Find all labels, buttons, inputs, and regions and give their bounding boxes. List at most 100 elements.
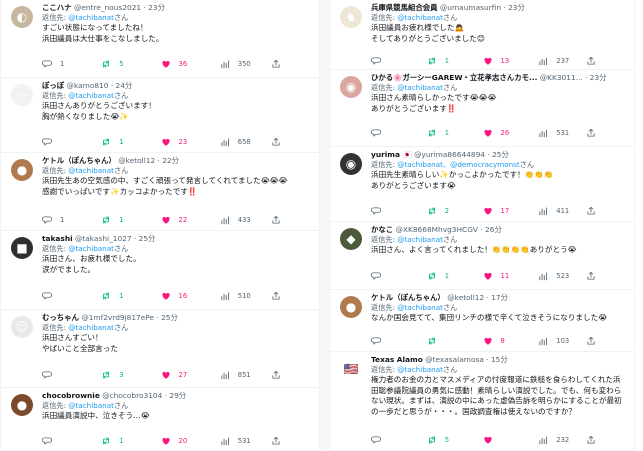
tweet-time[interactable]: · 15分 <box>486 355 508 364</box>
reply-handle-link[interactable]: @tachibanat <box>397 83 443 92</box>
retweet-button[interactable]: 5 <box>101 59 160 69</box>
flag-icon[interactable]: 🇺🇸 <box>340 358 362 380</box>
retweet-button[interactable]: 1 <box>101 215 160 225</box>
avatar-icon[interactable]: ● <box>11 159 33 181</box>
retweet-button[interactable]: 3 <box>101 370 160 380</box>
avatar-icon[interactable]: ■ <box>11 237 33 259</box>
tweet[interactable]: ♞ 兵庫県競馬組合会員 @umaumasurfin · 23分 返信先: @tach… <box>330 0 634 70</box>
like-button[interactable] <box>483 435 539 445</box>
tweet[interactable]: ● ケトル（ぽんちゃん） @ketoll12 · 17分 返信先: @tachiba… <box>330 290 634 352</box>
tweet-time[interactable]: · 25分 <box>487 150 509 159</box>
retweet-button[interactable]: 5 <box>427 435 483 445</box>
user-handle[interactable]: @ketoll12 <box>447 293 484 302</box>
user-handle[interactable]: @texasalamosa <box>425 355 484 364</box>
like-button[interactable]: 16 <box>161 291 220 301</box>
retweet-button[interactable]: 1 <box>101 436 160 446</box>
reply-button[interactable] <box>42 436 101 446</box>
like-button[interactable]: 27 <box>161 370 220 380</box>
tweet-time[interactable]: · 24分 <box>111 81 133 90</box>
like-button[interactable]: 13 <box>483 56 539 66</box>
retweet-button[interactable]: 1 <box>101 291 160 301</box>
reply-column-left[interactable]: ◐ ここハナ @entre_nous2021 · 23分 返信先: @tachiba… <box>0 0 320 451</box>
reply-handle-link[interactable]: @tachibanat <box>68 166 114 175</box>
like-button[interactable]: 20 <box>161 436 220 446</box>
share-button[interactable] <box>586 270 596 282</box>
reply-button[interactable]: 1 <box>42 59 101 69</box>
user-handle[interactable]: @XK8668Mhvg3HCGV <box>396 225 478 234</box>
user-name[interactable]: ケトル（ぽんちゃん） <box>371 293 445 302</box>
user-handle[interactable]: @ketoll12 <box>118 156 155 165</box>
user-name[interactable]: 兵庫県競馬組合会員 <box>371 3 438 12</box>
share-button[interactable] <box>586 127 596 139</box>
avatar-icon[interactable]: ● <box>11 394 33 416</box>
tweet-time[interactable]: · 17分 <box>487 293 509 302</box>
reply-button[interactable] <box>371 271 427 281</box>
user-handle[interactable]: @1mf2vrd9j817ePe <box>81 313 154 322</box>
user-name[interactable]: takashi <box>42 234 73 243</box>
reply-handle-link[interactable]: @tachibanat <box>68 244 114 253</box>
tweet-time[interactable]: · 23分 <box>585 73 607 82</box>
share-button[interactable] <box>586 434 596 446</box>
share-button[interactable] <box>271 435 281 447</box>
like-button[interactable]: 36 <box>161 59 220 69</box>
share-button[interactable] <box>271 214 281 226</box>
reply-column-right[interactable]: ♞ 兵庫県競馬組合会員 @umaumasurfin · 23分 返信先: @tach… <box>329 0 635 451</box>
avatar-icon[interactable]: ☺ <box>11 316 33 338</box>
tweet[interactable]: ◆ かなこ @XK8668Mhvg3HCGV · 26分 返信先: @tachiba… <box>330 222 634 290</box>
tweet[interactable]: ■ takashi @takashi_1027 · 25分 返信先: @tachib… <box>1 231 319 310</box>
like-button[interactable]: 22 <box>161 215 220 225</box>
reply-button[interactable]: 1 <box>42 215 101 225</box>
share-button[interactable] <box>271 58 281 70</box>
like-button[interactable]: 8 <box>483 336 539 346</box>
retweet-button[interactable] <box>427 336 483 346</box>
reply-handle-link[interactable]: @tachibanat <box>397 235 443 244</box>
user-name[interactable]: むっちゃん <box>42 313 79 322</box>
like-button[interactable]: 17 <box>483 206 539 216</box>
share-button[interactable] <box>271 369 281 381</box>
retweet-button[interactable]: 1 <box>427 128 483 138</box>
user-handle[interactable]: @kamo810 <box>67 81 109 90</box>
tweet[interactable]: ◉ ひかる🌸ガーシーGAREW・立花孝志さんカモ... @KK3011... · … <box>330 70 634 147</box>
reply-button[interactable] <box>371 56 427 66</box>
reply-handle-link[interactable]: @tachibanat <box>68 13 114 22</box>
share-button[interactable] <box>271 290 281 302</box>
user-handle[interactable]: @yurima86644894 <box>414 150 485 159</box>
user-handle[interactable]: @KK3011... <box>540 73 583 82</box>
user-name[interactable]: Texas Alamo <box>371 355 423 364</box>
avatar-icon[interactable]: ◉ <box>340 76 362 98</box>
like-button[interactable]: 11 <box>483 271 539 281</box>
avatar-icon[interactable]: ♞ <box>340 6 362 28</box>
like-button[interactable]: 26 <box>483 128 539 138</box>
tweet[interactable]: ● chocobrownie @chocobro3104 · 29分 返信先: @t… <box>1 388 319 451</box>
user-handle[interactable]: @entre_nous2021 <box>74 3 141 12</box>
tweet-time[interactable]: · 25分 <box>156 313 178 322</box>
tweet-time[interactable]: · 22分 <box>158 156 180 165</box>
reply-handle-link[interactable]: @tachibanat <box>397 303 443 312</box>
tweet[interactable]: ☺ むっちゃん @1mf2vrd9j817ePe · 25分 返信先: @tachi… <box>1 310 319 388</box>
reply-button[interactable] <box>371 206 427 216</box>
tweet[interactable]: 〜ぽっぽ @kamo810 · 24分 返信先: @tachibanatさん 浜田さ… <box>1 78 319 153</box>
reply-button[interactable] <box>371 336 427 346</box>
retweet-button[interactable]: 1 <box>427 271 483 281</box>
tweet[interactable]: ● ケトル（ぽんちゃん） @ketoll12 · 22分 返信先: @tachiba… <box>1 153 319 231</box>
tweet-time[interactable]: · 23分 <box>143 3 165 12</box>
tweet-time[interactable]: · 29分 <box>165 391 187 400</box>
tweet-time[interactable]: · 25分 <box>134 234 156 243</box>
user-handle[interactable]: @chocobro3104 <box>102 391 162 400</box>
tweet[interactable]: 🇺🇸 Texas Alamo @texasalamosa · 15分 返信先: @t… <box>330 352 634 451</box>
reply-handle-link[interactable]: @tachibanat <box>68 401 114 410</box>
avatar-icon[interactable]: ◉ <box>340 153 362 175</box>
tweet[interactable]: ◉ yurima 🇯🇵 @yurima86644894 · 25分 返信先: @ta… <box>330 147 634 222</box>
reply-handle-link[interactable]: @tachibanat <box>68 91 114 100</box>
user-name[interactable]: ケトル（ぽんちゃん） <box>42 156 116 165</box>
share-button[interactable] <box>586 335 596 347</box>
user-name[interactable]: ぽっぽ <box>42 81 64 90</box>
retweet-button[interactable]: 1 <box>101 137 160 147</box>
reply-button[interactable] <box>42 137 101 147</box>
reply-button[interactable] <box>42 370 101 380</box>
retweet-button[interactable]: 1 <box>427 56 483 66</box>
user-name[interactable]: chocobrownie <box>42 391 100 400</box>
avatar-icon[interactable]: ● <box>340 296 362 318</box>
avatar-icon[interactable]: ◆ <box>340 228 362 250</box>
reply-handle-link[interactable]: @tachibanat <box>68 323 114 332</box>
